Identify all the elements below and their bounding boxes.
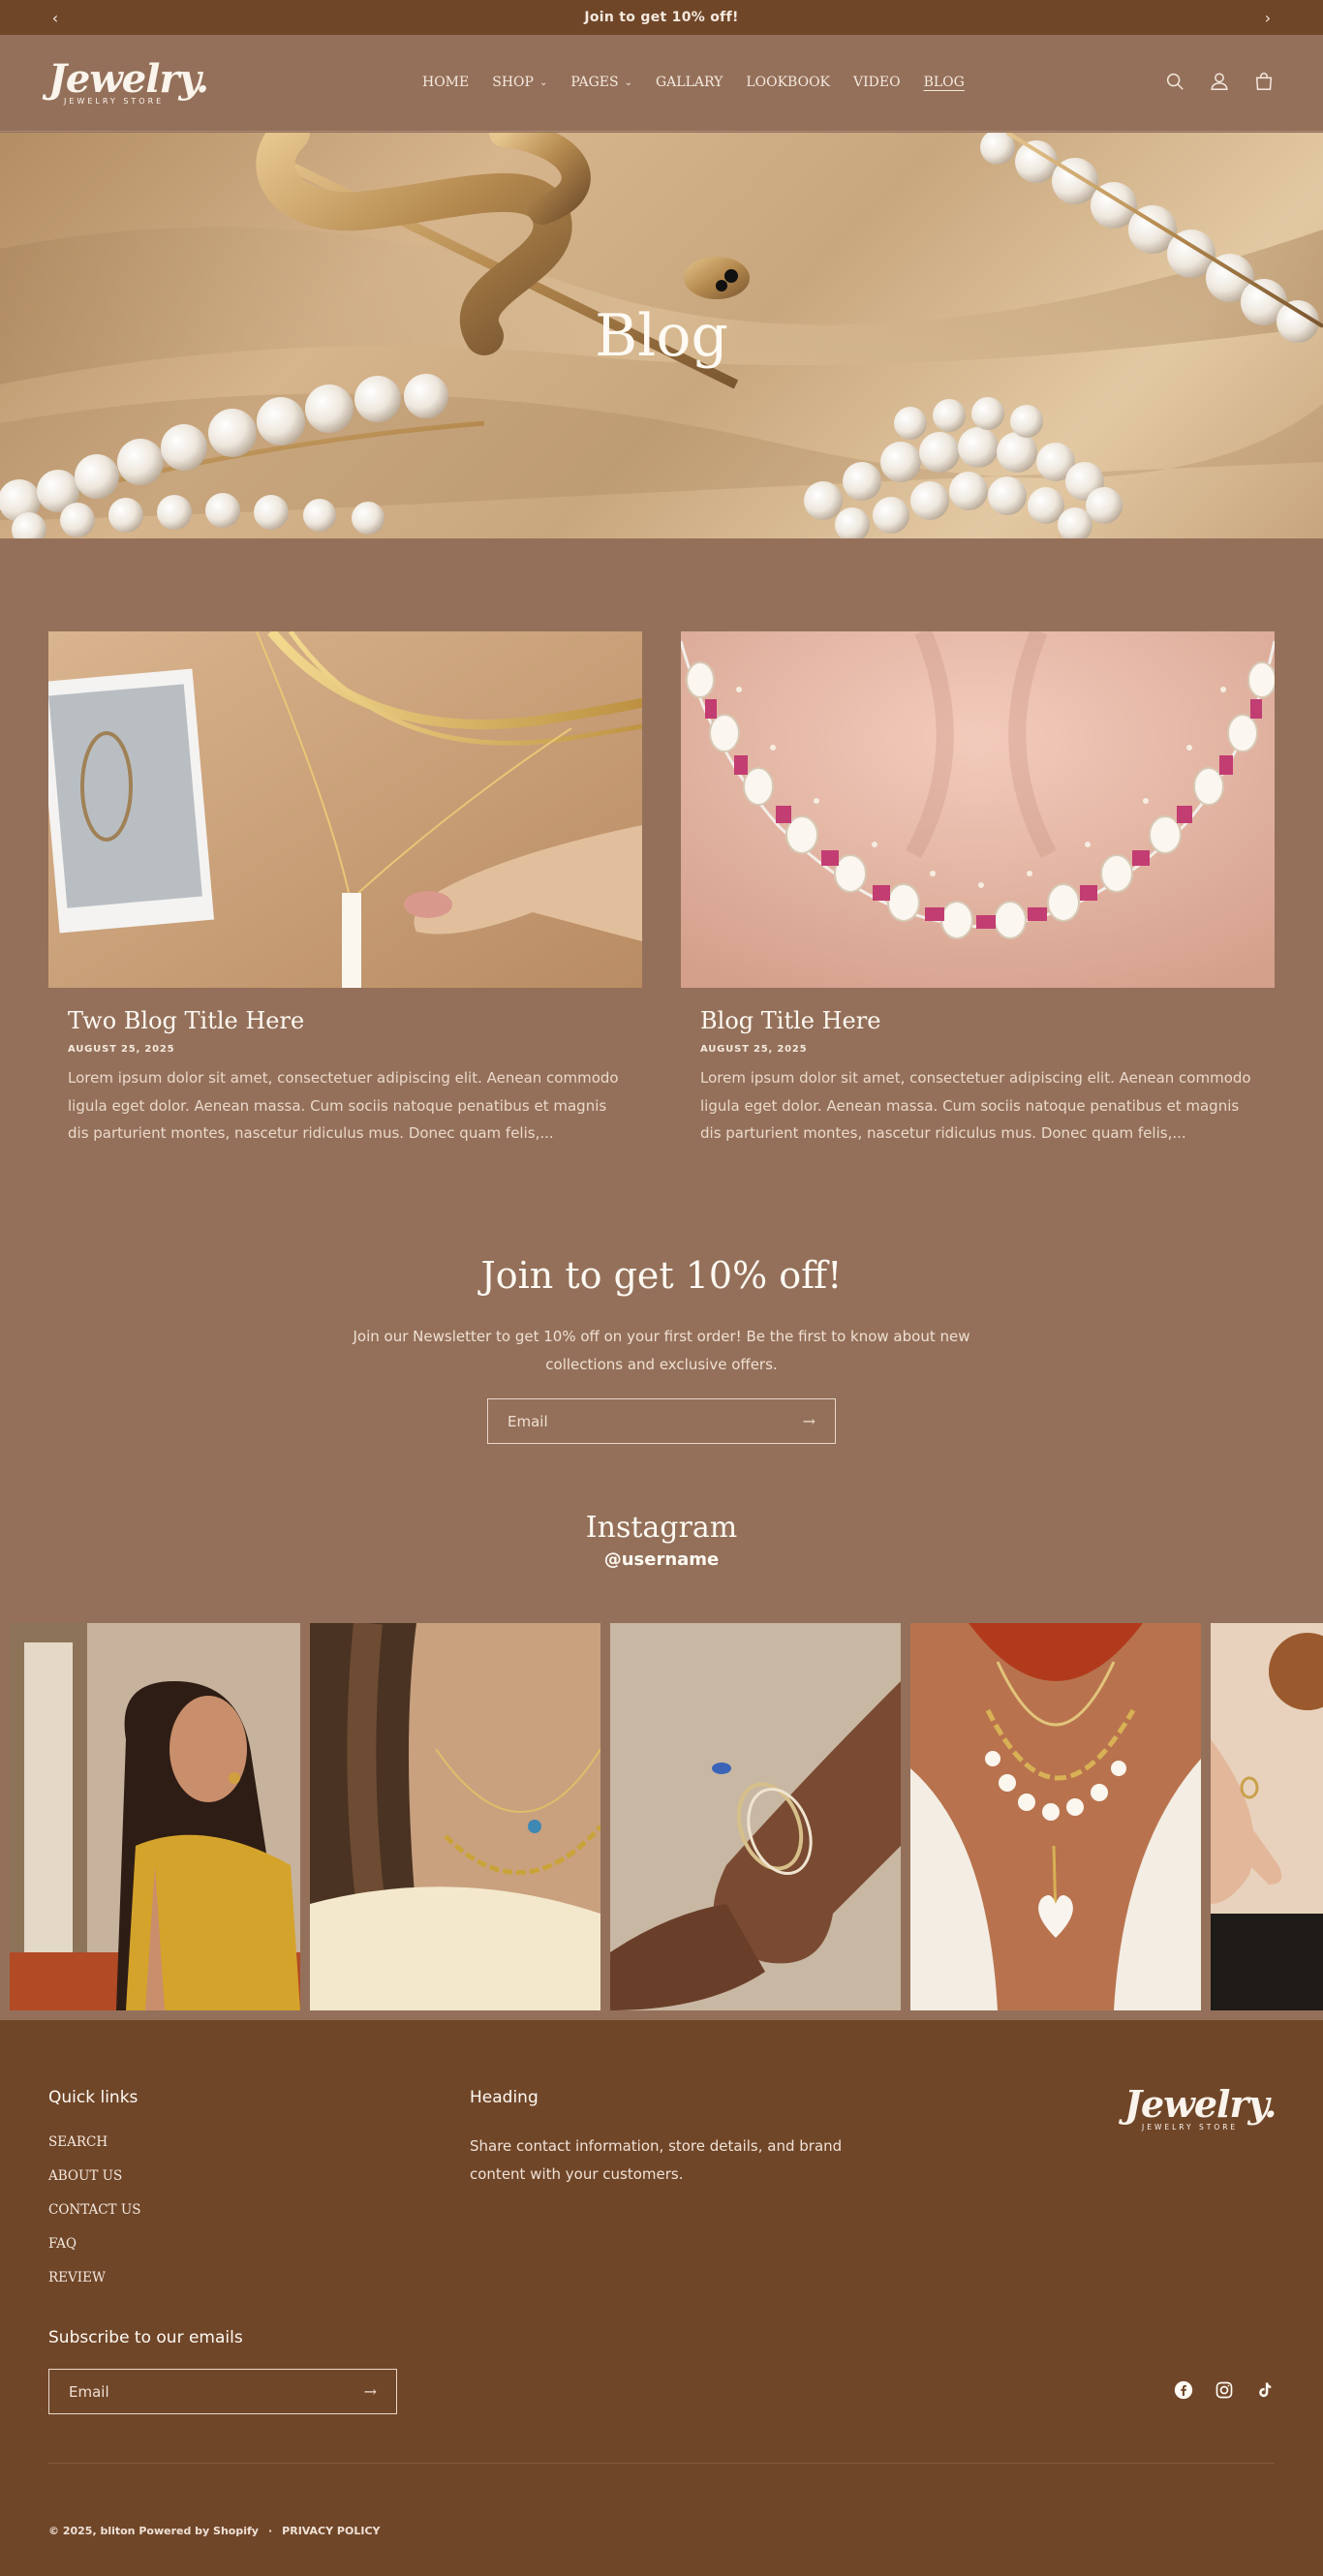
footer-heading: Heading: [470, 2088, 538, 2107]
footer-text: Share contact information, store details…: [470, 2137, 843, 2183]
main-nav: HOME SHOP ⌄ PAGES ⌄ GALLARY LOOKBOOK VIDEO…: [422, 75, 988, 90]
footer-logo[interactable]: Jewelry. JEWELRY STORE: [1124, 2082, 1277, 2132]
arrow-right-icon[interactable]: →: [364, 2382, 377, 2401]
privacy-policy-link[interactable]: PRIVACY POLICY: [282, 2525, 380, 2537]
social-links: [1174, 2380, 1275, 2400]
nav-item-home[interactable]: HOME: [422, 75, 469, 90]
footer-logo-wordmark: Jewelry.: [1124, 2082, 1277, 2126]
nav-label: SHOP: [492, 75, 534, 90]
instagram-icon[interactable]: [1215, 2380, 1234, 2400]
blog-card-image[interactable]: [681, 631, 1275, 988]
site-header: Jewelry. JEWELRY STORE HOME SHOP ⌄ PAGES ⌄…: [0, 36, 1323, 132]
facebook-icon[interactable]: [1174, 2380, 1193, 2400]
logo-wordmark: Jewelry.: [48, 56, 209, 102]
quick-links-heading: Quick links: [48, 2088, 138, 2107]
footer-link-review[interactable]: REVIEW: [48, 2270, 140, 2304]
newsletter-description: Join our Newsletter to get 10% off on yo…: [353, 1328, 970, 1373]
blog-card-excerpt: Lorem ipsum dolor sit amet, consectetuer…: [68, 1069, 619, 1142]
newsletter-title: Join to get 10% off!: [480, 1254, 843, 1297]
hero-banner: Blog: [0, 133, 1323, 538]
site-footer: Quick links SEARCH ABOUT US CONTACT US F…: [0, 2020, 1323, 2576]
newsletter-email-field[interactable]: Email →: [487, 1398, 836, 1444]
page-title: Blog: [595, 302, 728, 370]
chevron-down-icon: ⌄: [624, 77, 632, 88]
nav-label: BLOG: [923, 75, 965, 90]
nav-item-blog[interactable]: BLOG: [924, 75, 965, 90]
blog-card-excerpt: Lorem ipsum dolor sit amet, consectetuer…: [700, 1069, 1251, 1142]
blog-card[interactable]: Blog Title Here AUGUST 25, 2025 Lorem ip…: [681, 631, 1275, 1148]
footer-link-faq[interactable]: FAQ: [48, 2236, 140, 2270]
footer-link-contact-us[interactable]: CONTACT US: [48, 2202, 140, 2236]
footer-divider: [48, 2463, 1275, 2464]
logo[interactable]: Jewelry. JEWELRY STORE: [48, 56, 209, 108]
nav-item-shop[interactable]: SHOP ⌄: [492, 75, 547, 90]
blog-card-title[interactable]: Two Blog Title Here: [68, 1007, 642, 1034]
nav-item-gallary[interactable]: GALLARY: [656, 75, 723, 90]
blog-card-date: AUGUST 25, 2025: [700, 1044, 808, 1055]
instagram-post[interactable]: [910, 1623, 1201, 2010]
copyright-text: © 2025, bliton Powered by Shopify: [48, 2525, 259, 2537]
subscribe-email-field[interactable]: Email →: [48, 2369, 397, 2414]
instagram-post[interactable]: [610, 1623, 901, 2010]
instagram-post[interactable]: [1211, 1623, 1323, 2010]
footer-link-search[interactable]: SEARCH: [48, 2134, 140, 2168]
footer-link-about-us[interactable]: ABOUT US: [48, 2168, 140, 2202]
arrow-right-icon[interactable]: →: [803, 1412, 815, 1430]
subscribe-heading: Subscribe to our emails: [48, 2328, 243, 2347]
account-icon[interactable]: [1209, 71, 1230, 92]
instagram-post[interactable]: [310, 1623, 600, 2010]
announcement-bar: ‹ Join to get 10% off! ›: [0, 0, 1323, 35]
newsletter-email-placeholder[interactable]: Email: [508, 1413, 803, 1430]
nav-item-video[interactable]: VIDEO: [853, 75, 901, 90]
nav-label: LOOKBOOK: [746, 75, 831, 90]
nav-label: VIDEO: [853, 75, 901, 90]
nav-label: HOME: [422, 75, 470, 90]
quick-links-list: SEARCH ABOUT US CONTACT US FAQ REVIEW: [48, 2134, 140, 2304]
nav-label: PAGES: [570, 75, 619, 90]
cart-icon[interactable]: [1253, 71, 1275, 92]
subscribe-email-placeholder[interactable]: Email: [69, 2383, 364, 2401]
instagram-post[interactable]: [10, 1623, 300, 2010]
blog-card-date: AUGUST 25, 2025: [68, 1044, 175, 1055]
instagram-username[interactable]: @username: [0, 1549, 1323, 1570]
blog-card-title[interactable]: Blog Title Here: [700, 1007, 1275, 1034]
announcement-text: Join to get 10% off!: [584, 10, 739, 25]
announcement-next-button[interactable]: ›: [1253, 0, 1282, 35]
footer-bottom: © 2025, bliton Powered by Shopify · PRIV…: [48, 2525, 380, 2537]
instagram-gallery: [10, 1623, 1323, 2010]
announcement-prev-button[interactable]: ‹: [41, 0, 70, 35]
nav-item-pages[interactable]: PAGES ⌄: [570, 75, 632, 90]
blog-card-image[interactable]: [48, 631, 642, 988]
tiktok-icon[interactable]: [1255, 2380, 1275, 2400]
search-icon[interactable]: [1164, 71, 1185, 92]
chevron-down-icon: ⌄: [538, 77, 548, 88]
nav-label: GALLARY: [655, 75, 723, 90]
header-icons: [1164, 71, 1275, 92]
instagram-title: Instagram: [585, 1511, 738, 1545]
nav-item-lookbook[interactable]: LOOKBOOK: [746, 75, 830, 90]
footer-separator: ·: [267, 2525, 273, 2537]
blog-card[interactable]: Two Blog Title Here AUGUST 25, 2025 Lore…: [48, 631, 642, 1148]
